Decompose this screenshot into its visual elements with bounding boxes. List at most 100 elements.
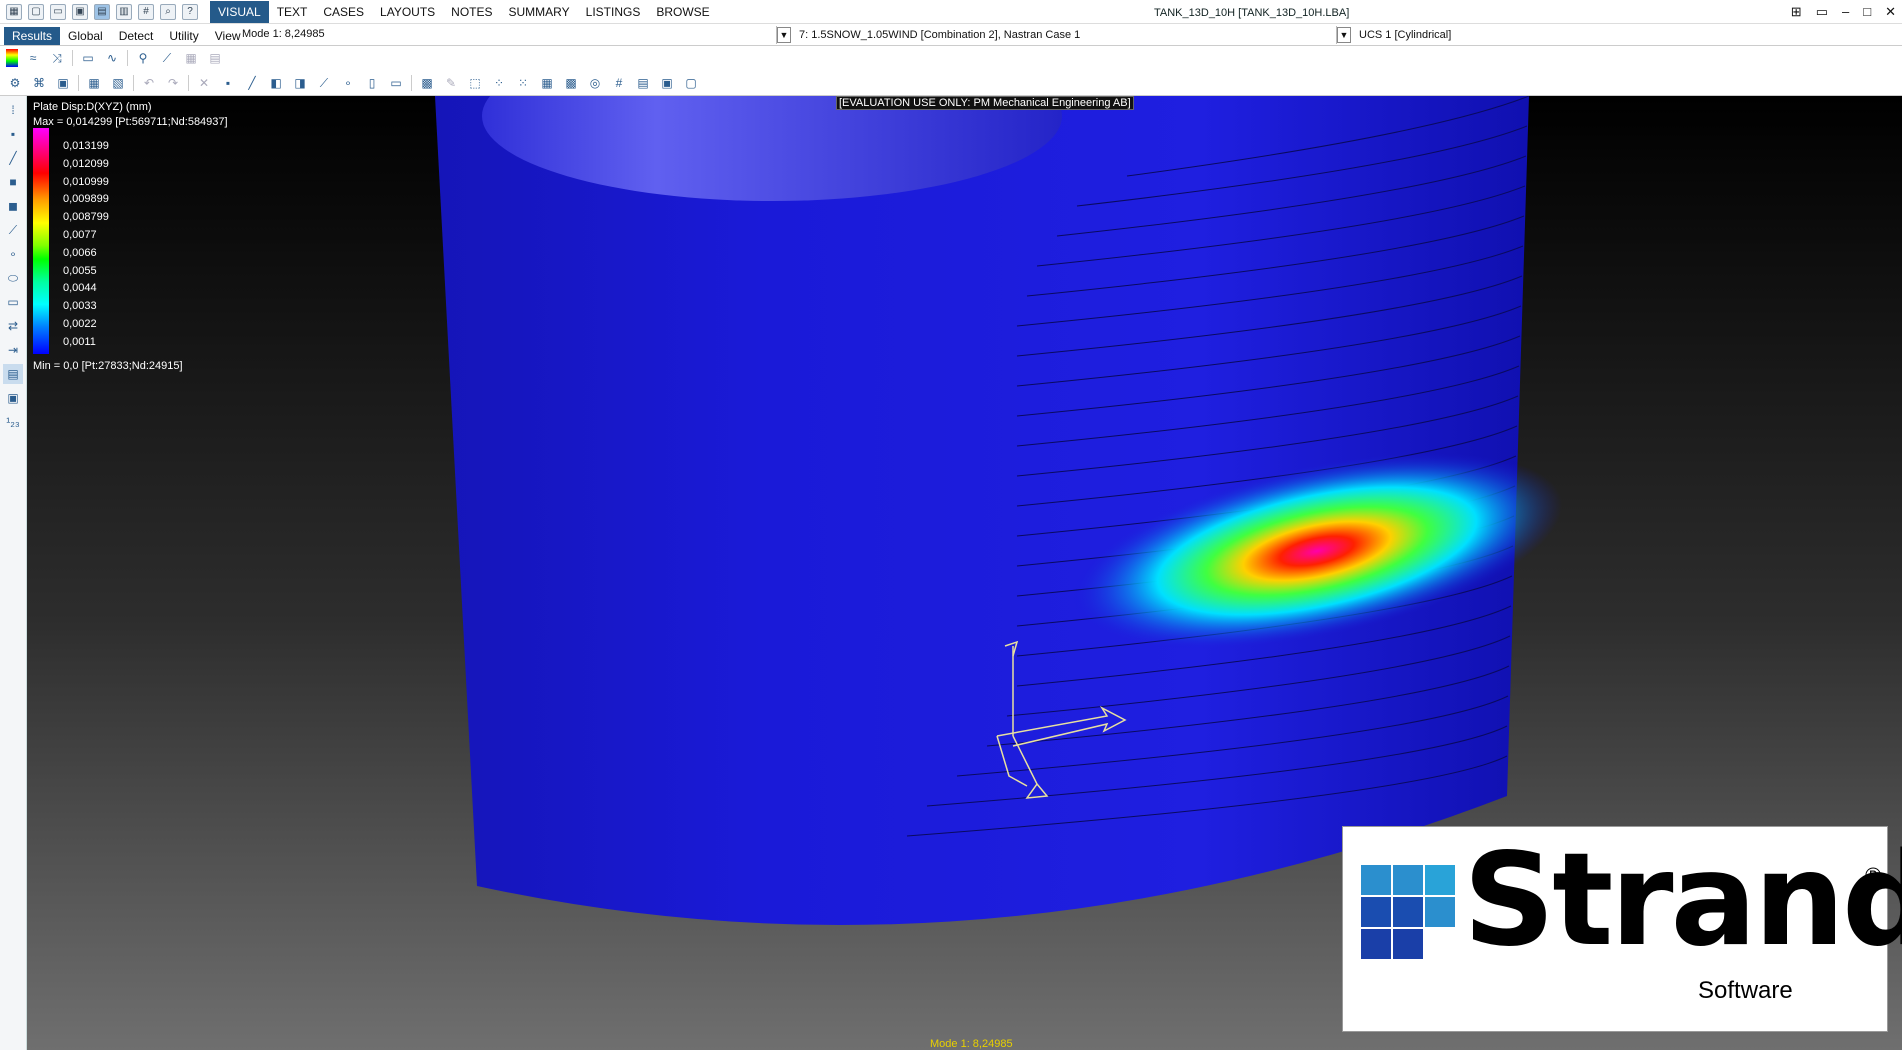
tab-global[interactable]: Global bbox=[60, 27, 111, 45]
wave-icon[interactable]: ∿ bbox=[103, 49, 121, 67]
plate-icon[interactable]: ◧ bbox=[267, 74, 285, 92]
plate-icon[interactable]: ■ bbox=[3, 172, 23, 192]
menu-summary[interactable]: SUMMARY bbox=[501, 1, 578, 23]
node-icon[interactable]: ▪ bbox=[3, 124, 23, 144]
dots-grid-icon[interactable]: ⁞ bbox=[3, 100, 23, 120]
gear-icon[interactable]: ⚙ bbox=[6, 74, 24, 92]
brick-icon[interactable]: ◨ bbox=[291, 74, 309, 92]
select-nodes-icon[interactable]: ⁘ bbox=[490, 74, 508, 92]
undo-icon[interactable]: ↶ bbox=[140, 74, 158, 92]
legend-value: 0,010999 bbox=[63, 175, 109, 188]
deform-icon[interactable]: ≈ bbox=[24, 49, 42, 67]
menu-listings[interactable]: LISTINGS bbox=[578, 1, 649, 23]
find-icon[interactable]: ⌕ bbox=[160, 3, 176, 20]
logo-square bbox=[1425, 865, 1455, 895]
binoculars-icon[interactable]: ⌘ bbox=[30, 74, 48, 92]
menu-browse[interactable]: BROWSE bbox=[648, 1, 717, 23]
select-box-icon[interactable]: ⬚ bbox=[466, 74, 484, 92]
link-icon[interactable]: ⟋ bbox=[3, 220, 23, 240]
results-tools: ≈ ⤨ ▭ ∿ ⚲ ⟋ ▦ ▤ bbox=[6, 49, 224, 67]
main-menus: VISUAL TEXT CASES LAYOUTS NOTES SUMMARY … bbox=[210, 0, 718, 23]
table-icon[interactable]: ▭ bbox=[79, 49, 97, 67]
layout-icon[interactable]: ⊞ bbox=[1791, 4, 1802, 20]
model-viewport[interactable]: [EVALUATION USE ONLY: PM Mechanical Engi… bbox=[27, 96, 1902, 1050]
app-menu-icon[interactable]: ▦ bbox=[6, 3, 22, 20]
menu-bar: ▦ ▢ ▭ ▣ ▤ ▥ # ⌕ ? VISUAL TEXT CASES LAYO… bbox=[0, 0, 1902, 24]
chevron-down-icon[interactable]: ▼ bbox=[1337, 27, 1351, 43]
cylinder-icon[interactable]: ▯ bbox=[363, 74, 381, 92]
point-icon[interactable]: ∘ bbox=[3, 244, 23, 264]
select-plates-icon[interactable]: ⁙ bbox=[514, 74, 532, 92]
tab-utility[interactable]: Utility bbox=[161, 27, 206, 45]
link-icon[interactable]: ⟋ bbox=[315, 74, 333, 92]
menu-cases[interactable]: CASES bbox=[315, 1, 372, 23]
legend-header: Plate Disp:D(XYZ) (mm) Max = 0,014299 [P… bbox=[33, 100, 228, 130]
fill-icon[interactable]: ▩ bbox=[418, 74, 436, 92]
vertex-icon[interactable]: ∘ bbox=[339, 74, 357, 92]
camera-icon[interactable]: ▣ bbox=[54, 74, 72, 92]
menu-text[interactable]: TEXT bbox=[269, 1, 316, 23]
hash-icon[interactable]: # bbox=[610, 74, 628, 92]
vector-icon[interactable]: ⤨ bbox=[48, 49, 66, 67]
group-icon[interactable]: ▩ bbox=[562, 74, 580, 92]
chevron-down-icon[interactable]: ▼ bbox=[777, 27, 791, 43]
layers-icon[interactable]: ▧ bbox=[109, 74, 127, 92]
menu-notes[interactable]: NOTES bbox=[443, 1, 500, 23]
legend-value: 0,009899 bbox=[63, 193, 109, 206]
graph-icon[interactable]: ⟋ bbox=[158, 49, 176, 67]
measure-icon[interactable]: ✎ bbox=[442, 74, 460, 92]
ruler-icon[interactable]: ▭ bbox=[3, 292, 23, 312]
probe-icon[interactable]: ⚲ bbox=[134, 49, 152, 67]
results-toolbar: ≈ ⤨ ▭ ∿ ⚲ ⟋ ▦ ▤ bbox=[0, 46, 1902, 70]
restore-icon[interactable]: ▭ bbox=[1816, 4, 1828, 20]
new-file-icon[interactable]: ▢ bbox=[28, 3, 44, 20]
numbering-icon[interactable]: ¹₂₃ bbox=[3, 412, 23, 432]
legend-value: 0,0011 bbox=[63, 335, 96, 348]
visual-tools: ⚙ ⌘ ▣ ▦ ▧ ↶ ↷ ✕ ▪ ╱ ◧ ◨ ⟋ ∘ ▯ ▭ ▩ ✎ ⬚ ⁘ … bbox=[6, 74, 700, 92]
help-icon[interactable]: ? bbox=[182, 3, 198, 20]
tab-detect[interactable]: Detect bbox=[111, 27, 162, 45]
overlap-icon[interactable]: ◎ bbox=[586, 74, 604, 92]
beam-icon[interactable]: ╱ bbox=[243, 74, 261, 92]
mesh-icon[interactable]: ▦ bbox=[538, 74, 556, 92]
legend-value: 0,013199 bbox=[63, 140, 109, 152]
display-icon[interactable]: ▣ bbox=[3, 388, 23, 408]
move-icon[interactable]: ⇥ bbox=[3, 340, 23, 360]
numbering-icon[interactable]: # bbox=[138, 3, 154, 20]
copy-icon[interactable]: ▥ bbox=[116, 3, 132, 20]
ruler-icon[interactable]: ▭ bbox=[387, 74, 405, 92]
window-icon[interactable]: ▢ bbox=[682, 74, 700, 92]
active-doc-icon[interactable]: ▤ bbox=[94, 3, 110, 20]
delete-icon[interactable]: ✕ bbox=[195, 74, 213, 92]
legend-values: 0,013199 0,012099 0,010999 0,009899 0,00… bbox=[63, 140, 109, 354]
save-icon[interactable]: ▣ bbox=[72, 3, 88, 20]
menu-layouts[interactable]: LAYOUTS bbox=[372, 1, 443, 23]
cylinder-icon[interactable]: ⬭ bbox=[3, 268, 23, 288]
maximize-icon[interactable]: □ bbox=[1863, 4, 1871, 20]
minimize-icon[interactable]: – bbox=[1842, 4, 1849, 20]
grid-icon[interactable]: ▦ bbox=[85, 74, 103, 92]
export-icon[interactable]: ▤ bbox=[206, 49, 224, 67]
legend-value: 0,0022 bbox=[63, 317, 97, 330]
tab-results[interactable]: Results bbox=[4, 27, 61, 45]
open-folder-icon[interactable]: ▭ bbox=[50, 3, 66, 20]
arrows-icon[interactable]: ⇄ bbox=[3, 316, 23, 336]
line-icon[interactable]: ╱ bbox=[3, 148, 23, 168]
node-icon[interactable]: ▪ bbox=[219, 74, 237, 92]
menu-visual[interactable]: VISUAL bbox=[210, 0, 269, 23]
brick-icon[interactable]: ◼ bbox=[3, 196, 23, 216]
redo-icon[interactable]: ↷ bbox=[164, 74, 182, 92]
logo-square bbox=[1361, 865, 1391, 895]
report-icon[interactable]: ▦ bbox=[182, 49, 200, 67]
legend-max: Max = 0,014299 [Pt:569711;Nd:584937] bbox=[33, 116, 228, 128]
contour-icon[interactable] bbox=[6, 49, 18, 67]
ribbon-tabs-row: Results Global Detect Utility View Mode … bbox=[0, 24, 1902, 46]
close-icon[interactable]: ✕ bbox=[1885, 4, 1896, 20]
ucs-dropdown[interactable]: ▼ UCS 1 [Cylindrical] bbox=[1336, 26, 1902, 44]
mode-field: Mode 1: 8,24985 bbox=[242, 28, 325, 40]
arrange-icon[interactable]: ▤ bbox=[634, 74, 652, 92]
beam-section-icon[interactable]: ▤ bbox=[3, 364, 23, 384]
panel-icon[interactable]: ▣ bbox=[658, 74, 676, 92]
load-case-dropdown[interactable]: ▼ 7: 1.5SNOW_1.05WIND [Combination 2], N… bbox=[776, 26, 1336, 44]
legend-colorbar bbox=[33, 128, 49, 354]
